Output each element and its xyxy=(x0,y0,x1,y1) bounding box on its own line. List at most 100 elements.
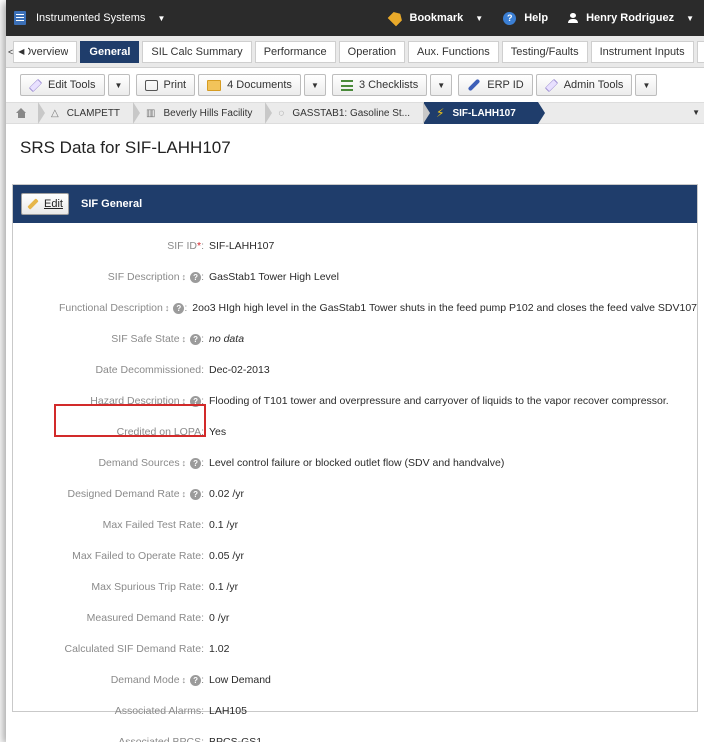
field-label: Date Decommissioned xyxy=(95,364,202,376)
breadcrumb-current[interactable]: ⚡ SIF-LAHH107 xyxy=(424,102,545,124)
help-label: Help xyxy=(524,12,549,24)
user-menu[interactable]: Henry Rodriguez ▼ xyxy=(558,0,704,36)
erp-id-button[interactable]: ERP ID xyxy=(458,74,533,96)
field-label-cell: Associated BPCS: xyxy=(13,736,204,742)
field-label-cell: Max Failed Test Rate: xyxy=(13,519,204,531)
field-row: Measured Demand Rate:0 /yr xyxy=(13,610,697,626)
help-icon[interactable]: ? xyxy=(173,302,185,314)
colon-separator: : xyxy=(201,333,204,345)
field-row: SIF ID *: SIF-LAHH107 xyxy=(13,238,697,254)
highlight-box xyxy=(54,404,206,437)
chevron-down-icon: ▼ xyxy=(157,13,166,23)
field-row: Date Decommissioned: Dec-02-2013 xyxy=(13,362,697,378)
toolbar: Edit Tools ▼ Print 4 Documents ▼ 3 Check… xyxy=(6,68,704,102)
field-label: Associated BPCS xyxy=(118,736,202,742)
colon-separator: : xyxy=(201,364,204,376)
field-row: Associated BPCS: BPCS-GS1 xyxy=(13,734,697,742)
edit-tools-dropdown[interactable]: ▼ xyxy=(107,74,130,96)
field-label-cell: Max Failed to Operate Rate: xyxy=(13,550,204,562)
tab-operation[interactable]: Operation xyxy=(338,40,405,63)
help-icon[interactable]: ? xyxy=(190,457,202,469)
help-icon[interactable]: ? xyxy=(190,333,202,345)
print-icon xyxy=(144,79,158,91)
edit-tools-button[interactable]: Edit Tools xyxy=(20,74,105,96)
colon-separator: : xyxy=(201,240,204,252)
panel-header: Edit SIF General xyxy=(13,185,697,223)
breadcrumb-current-label: SIF-LAHH107 xyxy=(452,107,516,119)
tab-aux-functions[interactable]: Aux. Functions xyxy=(407,40,499,63)
breadcrumb-site[interactable]: △ CLAMPETT xyxy=(39,102,141,124)
field-label-cell: Calculated SIF Demand Rate: xyxy=(13,643,205,655)
checklist-icon xyxy=(340,79,353,91)
pen-icon xyxy=(467,78,481,92)
breadcrumb-home[interactable] xyxy=(6,102,45,124)
tab-label: Overview xyxy=(28,45,69,58)
print-button[interactable]: Print xyxy=(135,74,196,96)
checklists-dropdown[interactable]: ▼ xyxy=(430,74,453,96)
help-icon[interactable]: ? xyxy=(190,488,202,500)
sort-icon[interactable]: ↕ xyxy=(182,675,187,685)
sort-icon[interactable]: ↕ xyxy=(182,272,187,282)
help-menu[interactable]: ? Help xyxy=(493,0,558,36)
admin-tools-label: Admin Tools xyxy=(563,79,624,91)
documents-button[interactable]: 4 Documents xyxy=(198,74,301,96)
erp-id-label: ERP ID xyxy=(487,79,524,91)
tab-label: SIL Calc Summary xyxy=(151,45,243,58)
field-value: GasStab1 Tower High Level xyxy=(209,271,339,283)
field-row: Associated Alarms: LAH105 xyxy=(13,703,697,719)
site-triangle-icon: △ xyxy=(51,107,59,119)
checklists-button[interactable]: 3 Checklists xyxy=(331,74,428,96)
field-label-cell: SIF Description ↕?: xyxy=(13,271,204,283)
field-label: SIF Safe State xyxy=(111,333,180,345)
wrench-icon xyxy=(544,78,558,92)
field-value: 0 /yr xyxy=(209,612,230,624)
sort-icon[interactable]: ↕ xyxy=(165,303,170,313)
admin-tools-dropdown[interactable]: ▼ xyxy=(635,74,658,96)
field-label-cell: Associated Alarms: xyxy=(13,705,204,717)
help-icon[interactable]: ? xyxy=(190,674,202,686)
tab-partial[interactable]: In xyxy=(696,40,704,63)
user-icon xyxy=(568,13,579,23)
print-label: Print xyxy=(163,79,187,91)
app-logo-icon xyxy=(14,11,26,25)
field-label-cell: Max Spurious Trip Rate: xyxy=(13,581,204,593)
folder-icon xyxy=(207,79,222,91)
tab-sil-calc-summary[interactable]: SIL Calc Summary xyxy=(142,40,252,63)
help-icon[interactable]: ? xyxy=(190,271,202,283)
breadcrumb-facility[interactable]: ▥ Beverly Hills Facility xyxy=(134,102,273,124)
app-name: Instrumented Systems xyxy=(36,12,146,24)
help-icon: ? xyxy=(503,11,517,25)
bookmark-icon xyxy=(387,10,404,27)
field-row: SIF Description ↕?: GasStab1 Tower High Le… xyxy=(13,269,697,285)
tab-general[interactable]: General xyxy=(80,40,140,63)
tab-label: Performance xyxy=(263,45,327,58)
admin-tools-button[interactable]: Admin Tools xyxy=(535,74,633,96)
field-value: no data xyxy=(209,333,245,345)
sort-icon[interactable]: ↕ xyxy=(182,489,187,499)
breadcrumb-unit-label: GASSTAB1: Gasoline St... xyxy=(292,107,411,119)
sort-icon[interactable]: ↕ xyxy=(182,334,187,344)
colon-separator: : xyxy=(201,736,204,742)
edit-button[interactable]: Edit xyxy=(21,193,69,215)
field-value: LAH105 xyxy=(209,705,247,717)
tab-performance[interactable]: Performance xyxy=(254,40,336,63)
chevron-down-icon: ▼ xyxy=(310,80,319,90)
tab-instrument-inputs[interactable]: Instrument Inputs xyxy=(590,40,694,63)
home-icon xyxy=(16,108,27,118)
top-bar: Instrumented Systems ▼ Bookmark ▼ ? Help… xyxy=(6,0,704,36)
tab-overview[interactable]: ◀ Overview xyxy=(13,40,78,63)
breadcrumb-site-label: CLAMPETT xyxy=(66,107,121,119)
documents-dropdown[interactable]: ▼ xyxy=(303,74,326,96)
field-label-cell: Designed Demand Rate ↕?: xyxy=(13,488,205,500)
tab-testing-faults[interactable]: Testing/Faults xyxy=(501,40,588,63)
user-name: Henry Rodriguez xyxy=(586,12,675,24)
chevron-down-icon[interactable]: ▼ xyxy=(692,108,700,117)
field-label-cell: SIF ID *: xyxy=(13,240,204,252)
sort-icon[interactable]: ↕ xyxy=(182,458,187,468)
breadcrumb-unit[interactable]: ◌ GASSTAB1: Gasoline St... xyxy=(266,102,430,124)
documents-label: 4 Documents xyxy=(227,79,292,91)
colon-separator: : xyxy=(184,302,188,314)
edit-label: Edit xyxy=(44,198,63,210)
bookmark-menu[interactable]: Bookmark ▼ xyxy=(380,0,494,36)
app-switcher[interactable]: Instrumented Systems ▼ xyxy=(6,0,165,36)
